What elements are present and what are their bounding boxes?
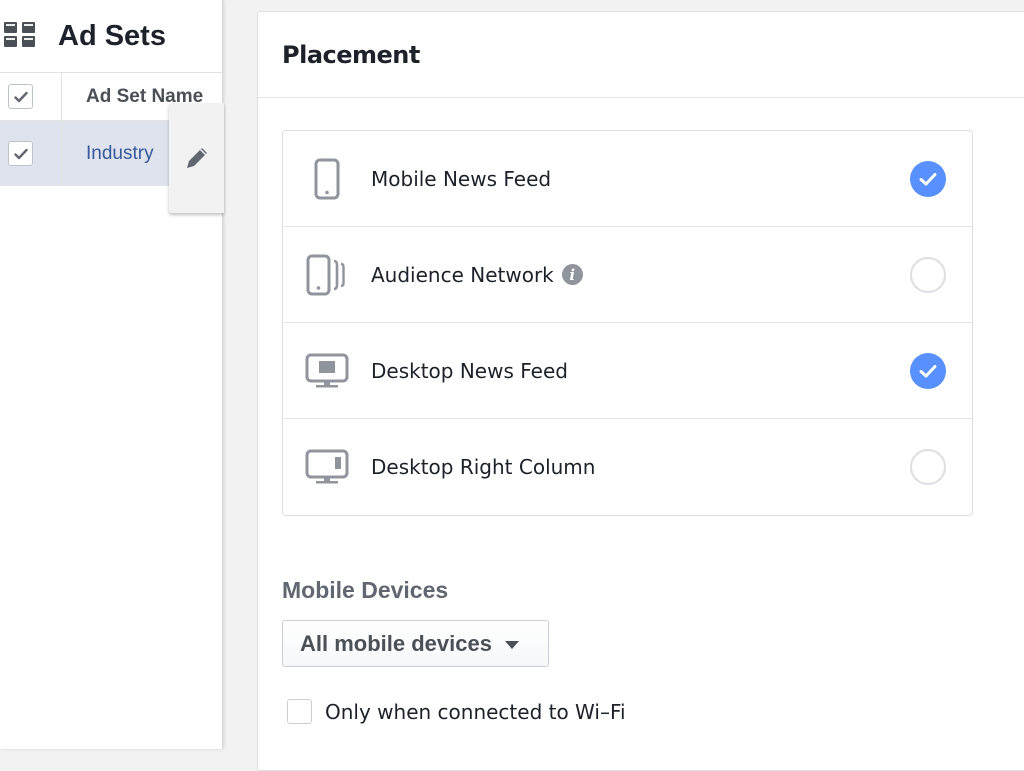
adsets-header: Ad Sets	[0, 0, 222, 73]
placement-item-audience-network[interactable]: Audience Network i	[283, 227, 972, 323]
select-all-checkbox[interactable]	[8, 84, 33, 109]
row-checkbox[interactable]	[8, 141, 33, 166]
placement-panel: Placement Mobile News Feed Audience Netw…	[257, 11, 1024, 771]
placement-label: Desktop News Feed	[371, 358, 568, 383]
placement-toggle-unselected[interactable]	[910, 256, 946, 293]
dropdown-value: All mobile devices	[300, 630, 492, 656]
wifi-only-label[interactable]: Only when connected to Wi–Fi	[325, 700, 626, 724]
placement-label: Desktop Right Column	[371, 455, 596, 479]
edit-button[interactable]	[169, 103, 224, 213]
placement-item-desktop-news-feed[interactable]: Desktop News Feed	[283, 323, 972, 419]
grid-view-icon[interactable]	[4, 22, 36, 50]
checkmark-icon	[919, 172, 937, 185]
mobile-devices-dropdown[interactable]: All mobile devices	[282, 620, 549, 667]
checkmark-icon	[13, 148, 28, 159]
placement-toggle-selected[interactable]	[910, 352, 946, 389]
placement-label: Mobile News Feed	[371, 166, 552, 191]
pencil-icon	[186, 148, 207, 168]
chevron-down-icon	[504, 640, 519, 649]
desktop-right-column-icon	[305, 449, 349, 484]
placement-toggle-selected[interactable]	[910, 160, 946, 197]
checkmark-icon	[13, 91, 28, 102]
desktop-news-feed-icon	[305, 353, 349, 387]
checkmark-icon	[919, 364, 937, 377]
adsets-title: Ad Sets	[58, 19, 166, 52]
mobile-phone-icon	[314, 158, 340, 199]
placement-label: Audience Network	[371, 262, 554, 287]
placement-item-mobile-news-feed[interactable]: Mobile News Feed	[283, 131, 972, 227]
mobile-devices-title: Mobile Devices	[282, 577, 449, 603]
audience-network-icon	[306, 254, 345, 295]
placement-header: Placement	[258, 12, 1024, 98]
placement-item-desktop-right-column[interactable]: Desktop Right Column	[283, 419, 972, 515]
placement-toggle-unselected[interactable]	[910, 449, 946, 485]
wifi-only-option[interactable]: Only when connected to Wi–Fi	[287, 699, 626, 724]
wifi-only-checkbox[interactable]	[287, 699, 312, 724]
info-icon[interactable]: i	[561, 264, 583, 285]
ad-set-name-link[interactable]: Industry	[62, 143, 154, 165]
placement-list: Mobile News Feed Audience Network i Desk…	[282, 130, 973, 516]
placement-title: Placement	[282, 40, 420, 69]
